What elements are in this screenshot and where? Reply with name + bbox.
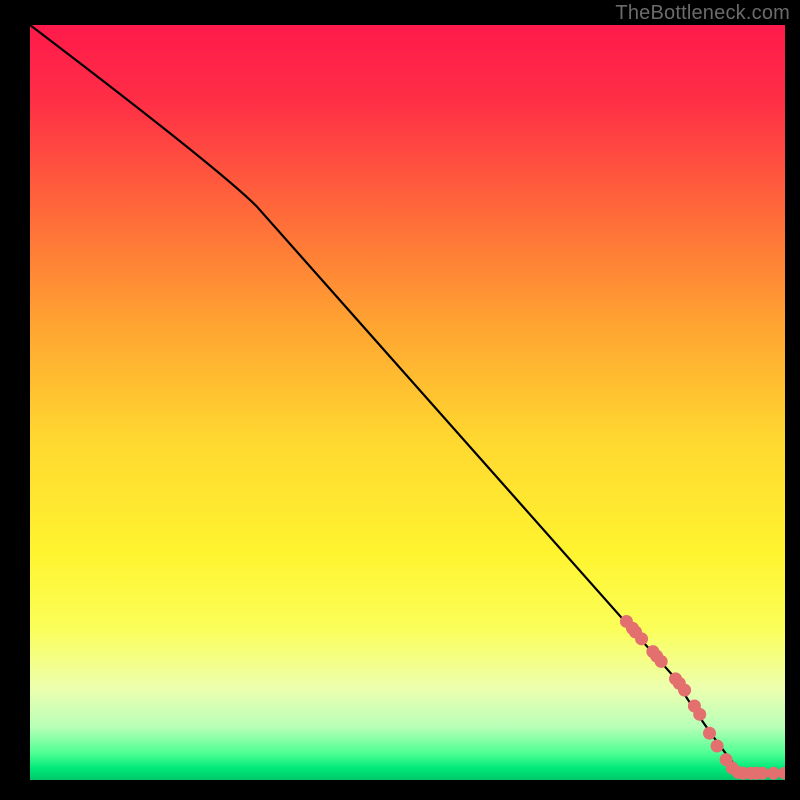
watermark-text: TheBottleneck.com <box>615 2 790 25</box>
scatter-point <box>655 655 668 668</box>
chart-frame: TheBottleneck.com <box>0 0 800 800</box>
scatter-point <box>711 740 724 753</box>
chart-svg <box>30 25 785 780</box>
plot-area <box>30 25 785 780</box>
scatter-point <box>678 684 691 697</box>
scatter-point <box>693 708 706 721</box>
scatter-point <box>767 767 780 780</box>
scatter-point <box>756 767 769 780</box>
scatter-point <box>635 632 648 645</box>
gradient-background <box>30 25 785 780</box>
scatter-point <box>703 727 716 740</box>
